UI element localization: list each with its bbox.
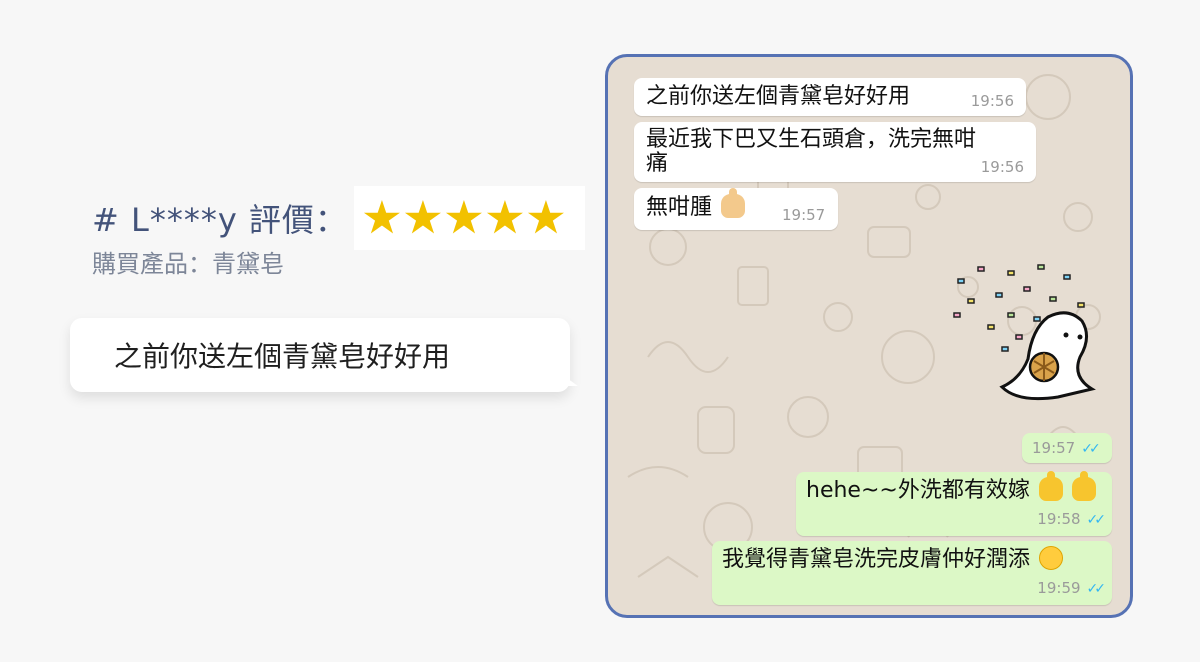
message-body: 無咁腫 — [646, 195, 713, 220]
purchased-product: 購買產品：青黛皂 — [92, 250, 284, 278]
read-ticks-icon: ✓✓ — [1081, 441, 1101, 457]
message-time-text: 19:57 — [1032, 439, 1076, 457]
message-time: 19:56 — [980, 158, 1024, 176]
cat-confetti-sticker[interactable] — [938, 257, 1108, 407]
review-quote-card: 之前你送左個青黛皂好好用 — [70, 318, 578, 392]
message-text: 無咁腫 — [646, 188, 746, 222]
message-time: 19:57 — [782, 206, 826, 224]
message-text: 之前你送左個青黛皂好好用 — [646, 84, 911, 109]
thumbs-up-light-icon — [721, 188, 746, 218]
star-icon — [363, 200, 400, 234]
message-text: hehe~~外洗都有效嫁 — [806, 471, 1096, 505]
thumbs-up-icon — [1038, 471, 1063, 501]
read-ticks-icon: ✓✓ — [1086, 581, 1107, 597]
message-time: 19:56 — [970, 92, 1014, 110]
chat-message-outgoing-time[interactable]: 19:57 ✓✓ — [1022, 433, 1112, 463]
message-time-text: 19:59 — [1037, 579, 1081, 597]
chat-message-incoming[interactable]: 無咁腫 19:57 — [634, 188, 838, 230]
smiling-face-icon — [1039, 546, 1064, 570]
review-header: # L****y 評價： — [92, 186, 585, 250]
review-title: # L****y 評價： — [92, 201, 348, 239]
star-rating — [353, 186, 585, 250]
message-body: 我覺得青黛皂洗完皮膚仲好潤添 — [722, 547, 1031, 572]
review-quote: 之前你送左個青黛皂好好用 — [114, 340, 451, 373]
star-icon — [527, 200, 564, 234]
message-body: hehe~~外洗都有效嫁 — [806, 478, 1030, 503]
message-time: 19:57 ✓✓ — [1032, 439, 1101, 457]
chat-message-outgoing[interactable]: 我覺得青黛皂洗完皮膚仲好潤添 19:59 ✓✓ — [712, 541, 1112, 605]
message-text-line-1: 最近我下巴又生石頭倉，洗完無咁 — [646, 127, 977, 152]
chat-message-incoming[interactable]: 最近我下巴又生石頭倉，洗完無咁 痛 19:56 — [634, 122, 1036, 182]
read-ticks-icon: ✓✓ — [1086, 512, 1107, 528]
star-icon — [445, 200, 482, 234]
thumbs-up-icon — [1071, 471, 1096, 501]
star-icon — [486, 200, 523, 234]
message-time: 19:59 ✓✓ — [1037, 579, 1107, 597]
chat-message-incoming[interactable]: 之前你送左個青黛皂好好用 19:56 — [634, 78, 1026, 116]
message-time: 19:58 ✓✓ — [1037, 510, 1107, 528]
message-text-line-2: 痛 — [646, 151, 669, 176]
message-time-text: 19:58 — [1037, 510, 1081, 528]
chat-window: 之前你送左個青黛皂好好用 19:56 最近我下巴又生石頭倉，洗完無咁 痛 19:… — [605, 54, 1133, 618]
message-text: 我覺得青黛皂洗完皮膚仲好潤添 — [722, 546, 1064, 574]
chat-message-outgoing[interactable]: hehe~~外洗都有效嫁 19:58 ✓✓ — [796, 471, 1112, 536]
star-icon — [404, 200, 441, 234]
